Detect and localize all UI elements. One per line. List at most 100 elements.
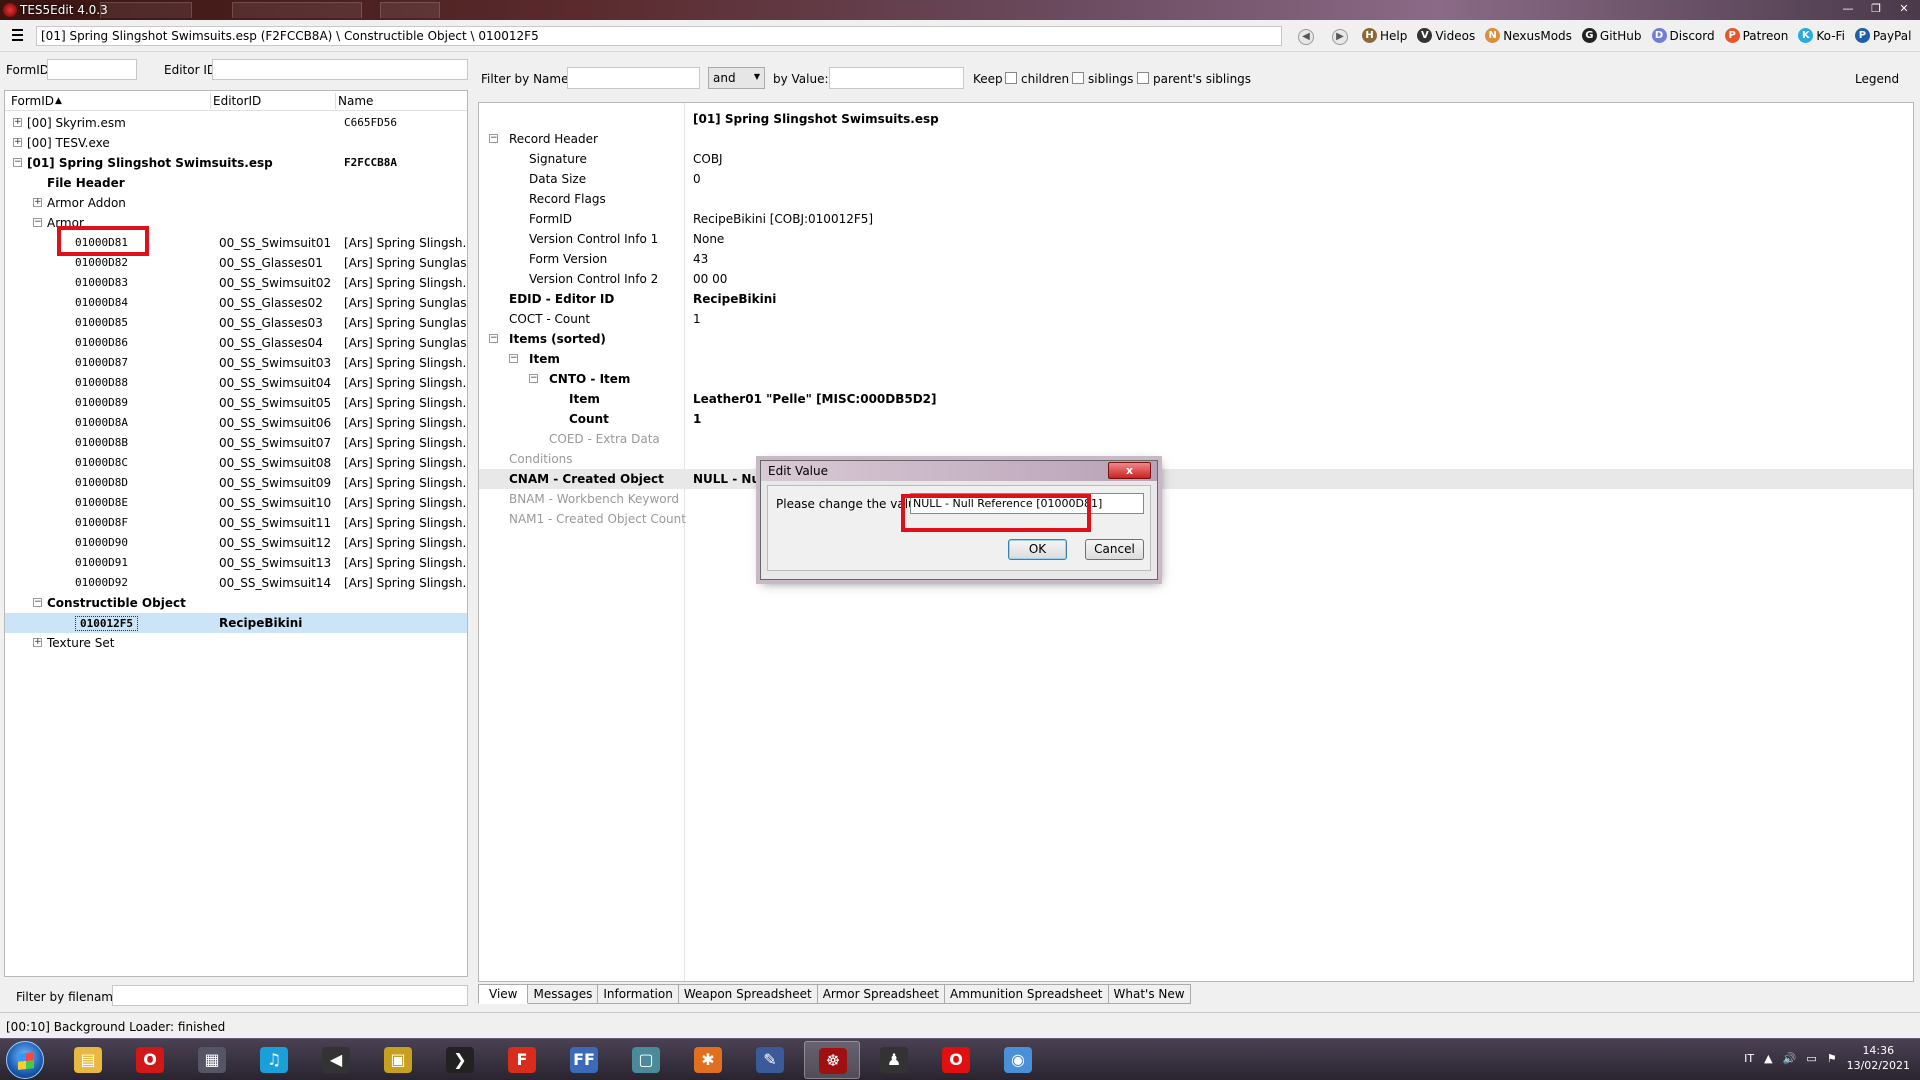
grid-row[interactable]: Form Version 43 <box>479 249 1913 269</box>
language-indicator[interactable]: IT <box>1744 1052 1754 1065</box>
collapse-icon[interactable]: − <box>33 598 42 607</box>
taskbar-item[interactable]: ▦ <box>184 1041 240 1079</box>
filter-value-input[interactable] <box>829 67 964 89</box>
taskbar-item[interactable]: ✎ <box>742 1041 798 1079</box>
grid-row[interactable]: COCT - Count 1 <box>479 309 1913 329</box>
grid-row[interactable]: EDID - Editor ID RecipeBikini <box>479 289 1913 309</box>
tree-row[interactable]: − Armor <box>5 213 467 233</box>
tree-row[interactable]: + Texture Set <box>5 633 467 653</box>
taskbar-item[interactable]: ❯ <box>432 1041 488 1079</box>
record-grid[interactable]: [01] Spring Slingshot Swimsuits.esp − Rec… <box>478 102 1914 982</box>
tab-armor-spreadsheet[interactable]: Armor Spreadsheet <box>817 984 945 1004</box>
parents-siblings-checkbox[interactable] <box>1137 72 1149 84</box>
expand-icon[interactable]: + <box>33 638 42 647</box>
column-editorid[interactable]: EditorID <box>213 94 261 108</box>
formid-filter-input[interactable] <box>47 59 137 80</box>
collapse-icon[interactable]: − <box>33 218 42 227</box>
taskbar-item[interactable]: ▢ <box>618 1041 674 1079</box>
taskbar-item[interactable]: ◀ <box>308 1041 364 1079</box>
taskbar-item[interactable]: ▤ <box>60 1041 116 1079</box>
grid-row[interactable]: NAM1 - Created Object Count <box>479 509 1913 529</box>
collapse-icon[interactable]: − <box>509 354 518 363</box>
taskbar-item[interactable]: FF <box>556 1041 612 1079</box>
grid-row[interactable]: − Item <box>479 349 1913 369</box>
tree-row[interactable]: 01000D8F 00_SS_Swimsuit11 [Ars] Spring Sli… <box>5 513 467 533</box>
value-input[interactable]: NULL - Null Reference [01000D81] <box>910 493 1144 514</box>
tree-row[interactable]: 01000D86 00_SS_Glasses04 [Ars] Spring Sung… <box>5 333 467 353</box>
tab-ammunition-spreadsheet[interactable]: Ammunition Spreadsheet <box>944 984 1109 1004</box>
volume-icon[interactable]: 🔊 <box>1783 1052 1797 1065</box>
children-checkbox[interactable] <box>1005 72 1017 84</box>
tree-row[interactable]: 01000D85 00_SS_Glasses03 [Ars] Spring Sung… <box>5 313 467 333</box>
taskbar-item[interactable]: O <box>928 1041 984 1079</box>
tree-row[interactable]: 01000D90 00_SS_Swimsuit12 [Ars] Spring Sli… <box>5 533 467 553</box>
editorid-filter-input[interactable] <box>212 59 468 80</box>
forward-icon[interactable]: ▶ <box>1332 29 1348 45</box>
tree-row[interactable]: File Header <box>5 173 467 193</box>
taskbar-item[interactable]: ◉ <box>990 1041 1046 1079</box>
tree-row[interactable]: 01000D88 00_SS_Swimsuit04 [Ars] Spring Sli… <box>5 373 467 393</box>
grid-row[interactable]: Conditions <box>479 449 1913 469</box>
tree-row[interactable]: 01000D8A 00_SS_Swimsuit06 [Ars] Spring Sli… <box>5 413 467 433</box>
grid-row[interactable]: Item Leather01 "Pelle" [MISC:000DB5D2] <box>479 389 1913 409</box>
action-center-icon[interactable]: ⚑ <box>1827 1052 1837 1065</box>
link-help[interactable]: H Help <box>1362 28 1407 43</box>
link-nexusmods[interactable]: N NexusMods <box>1485 28 1572 43</box>
tree-row[interactable]: − Constructible Object <box>5 593 467 613</box>
tree-row[interactable]: 01000D84 00_SS_Glasses02 [Ars] Spring Sung… <box>5 293 467 313</box>
link-ko-fi[interactable]: K Ko-Fi <box>1798 28 1845 43</box>
maximize-icon[interactable]: ❐ <box>1864 1 1888 18</box>
collapse-icon[interactable]: − <box>13 158 22 167</box>
expand-icon[interactable]: + <box>33 198 42 207</box>
grid-row[interactable]: − Items (sorted) <box>479 329 1913 349</box>
link-patreon[interactable]: P Patreon <box>1724 28 1788 43</box>
tree-row[interactable]: 01000D91 00_SS_Swimsuit13 [Ars] Spring Sli… <box>5 553 467 573</box>
back-icon[interactable]: ◀ <box>1298 29 1314 45</box>
tree-row[interactable]: 010012F5 RecipeBikini <box>5 613 467 633</box>
tab-information[interactable]: Information <box>598 984 679 1004</box>
tree-row[interactable]: 01000D83 00_SS_Swimsuit02 [Ars] Spring Sli… <box>5 273 467 293</box>
taskbar-item[interactable]: ☸ <box>804 1041 860 1079</box>
collapse-icon[interactable]: − <box>489 134 498 143</box>
link-github[interactable]: G GitHub <box>1581 28 1642 43</box>
taskbar-item[interactable]: ♟ <box>866 1041 922 1079</box>
taskbar-item[interactable]: F <box>494 1041 550 1079</box>
ok-button[interactable]: OK <box>1008 539 1067 560</box>
taskbar-item[interactable]: ♫ <box>246 1041 302 1079</box>
expand-icon[interactable]: + <box>13 138 22 147</box>
taskbar-item[interactable]: ✱ <box>680 1041 736 1079</box>
grid-row[interactable]: BNAM - Workbench Keyword <box>479 489 1913 509</box>
collapse-icon[interactable]: − <box>489 334 498 343</box>
grid-row[interactable]: CNAM - Created ObjectNULL - Null Referen… <box>479 469 1913 489</box>
grid-row[interactable]: − CNTO - Item <box>479 369 1913 389</box>
tray-expand-icon[interactable]: ▲ <box>1764 1052 1772 1065</box>
grid-row[interactable]: Version Control Info 1 None <box>479 229 1913 249</box>
taskbar-item[interactable]: O <box>122 1041 178 1079</box>
tree-row[interactable]: 01000D8D 00_SS_Swimsuit09 [Ars] Spring Sli… <box>5 473 467 493</box>
clock[interactable]: 14:36 13/02/2021 <box>1847 1043 1910 1073</box>
filename-filter-input[interactable] <box>112 985 468 1006</box>
tree-row[interactable]: + [00] Skyrim.esm C665FD56 <box>5 113 467 133</box>
tree-row[interactable]: 01000D92 00_SS_Swimsuit14 [Ars] Spring Sli… <box>5 573 467 593</box>
minimize-icon[interactable]: — <box>1836 1 1860 18</box>
grid-row[interactable]: Data Size 0 <box>479 169 1913 189</box>
background-tab-3[interactable] <box>380 2 440 18</box>
tree-row[interactable]: 01000D8E 00_SS_Swimsuit10 [Ars] Spring Sli… <box>5 493 467 513</box>
grid-row[interactable]: Count 1 <box>479 409 1913 429</box>
tree-row[interactable]: 01000D81 00_SS_Swimsuit01 [Ars] Spring Sli… <box>5 233 467 253</box>
tree-row[interactable]: 01000D8B 00_SS_Swimsuit07 [Ars] Spring Sli… <box>5 433 467 453</box>
link-paypal[interactable]: P PayPal <box>1854 28 1911 43</box>
column-formid[interactable]: FormID <box>11 94 54 108</box>
tree-row[interactable]: 01000D87 00_SS_Swimsuit03 [Ars] Spring Sli… <box>5 353 467 373</box>
legend-button[interactable]: Legend <box>1855 72 1899 86</box>
siblings-checkbox[interactable] <box>1072 72 1084 84</box>
filter-operator-select[interactable]: and ▼ <box>708 67 765 89</box>
tab-weapon-spreadsheet[interactable]: Weapon Spreadsheet <box>678 984 818 1004</box>
record-tree[interactable]: FormID ▲ EditorID Name + [00] Skyrim.esm C… <box>4 90 468 977</box>
column-name[interactable]: Name <box>338 94 373 108</box>
grid-row[interactable]: Signature COBJ <box>479 149 1913 169</box>
network-icon[interactable]: ▭ <box>1806 1052 1816 1065</box>
expand-icon[interactable]: + <box>13 118 22 127</box>
start-button[interactable] <box>6 1041 44 1079</box>
filter-name-input[interactable] <box>567 67 700 89</box>
